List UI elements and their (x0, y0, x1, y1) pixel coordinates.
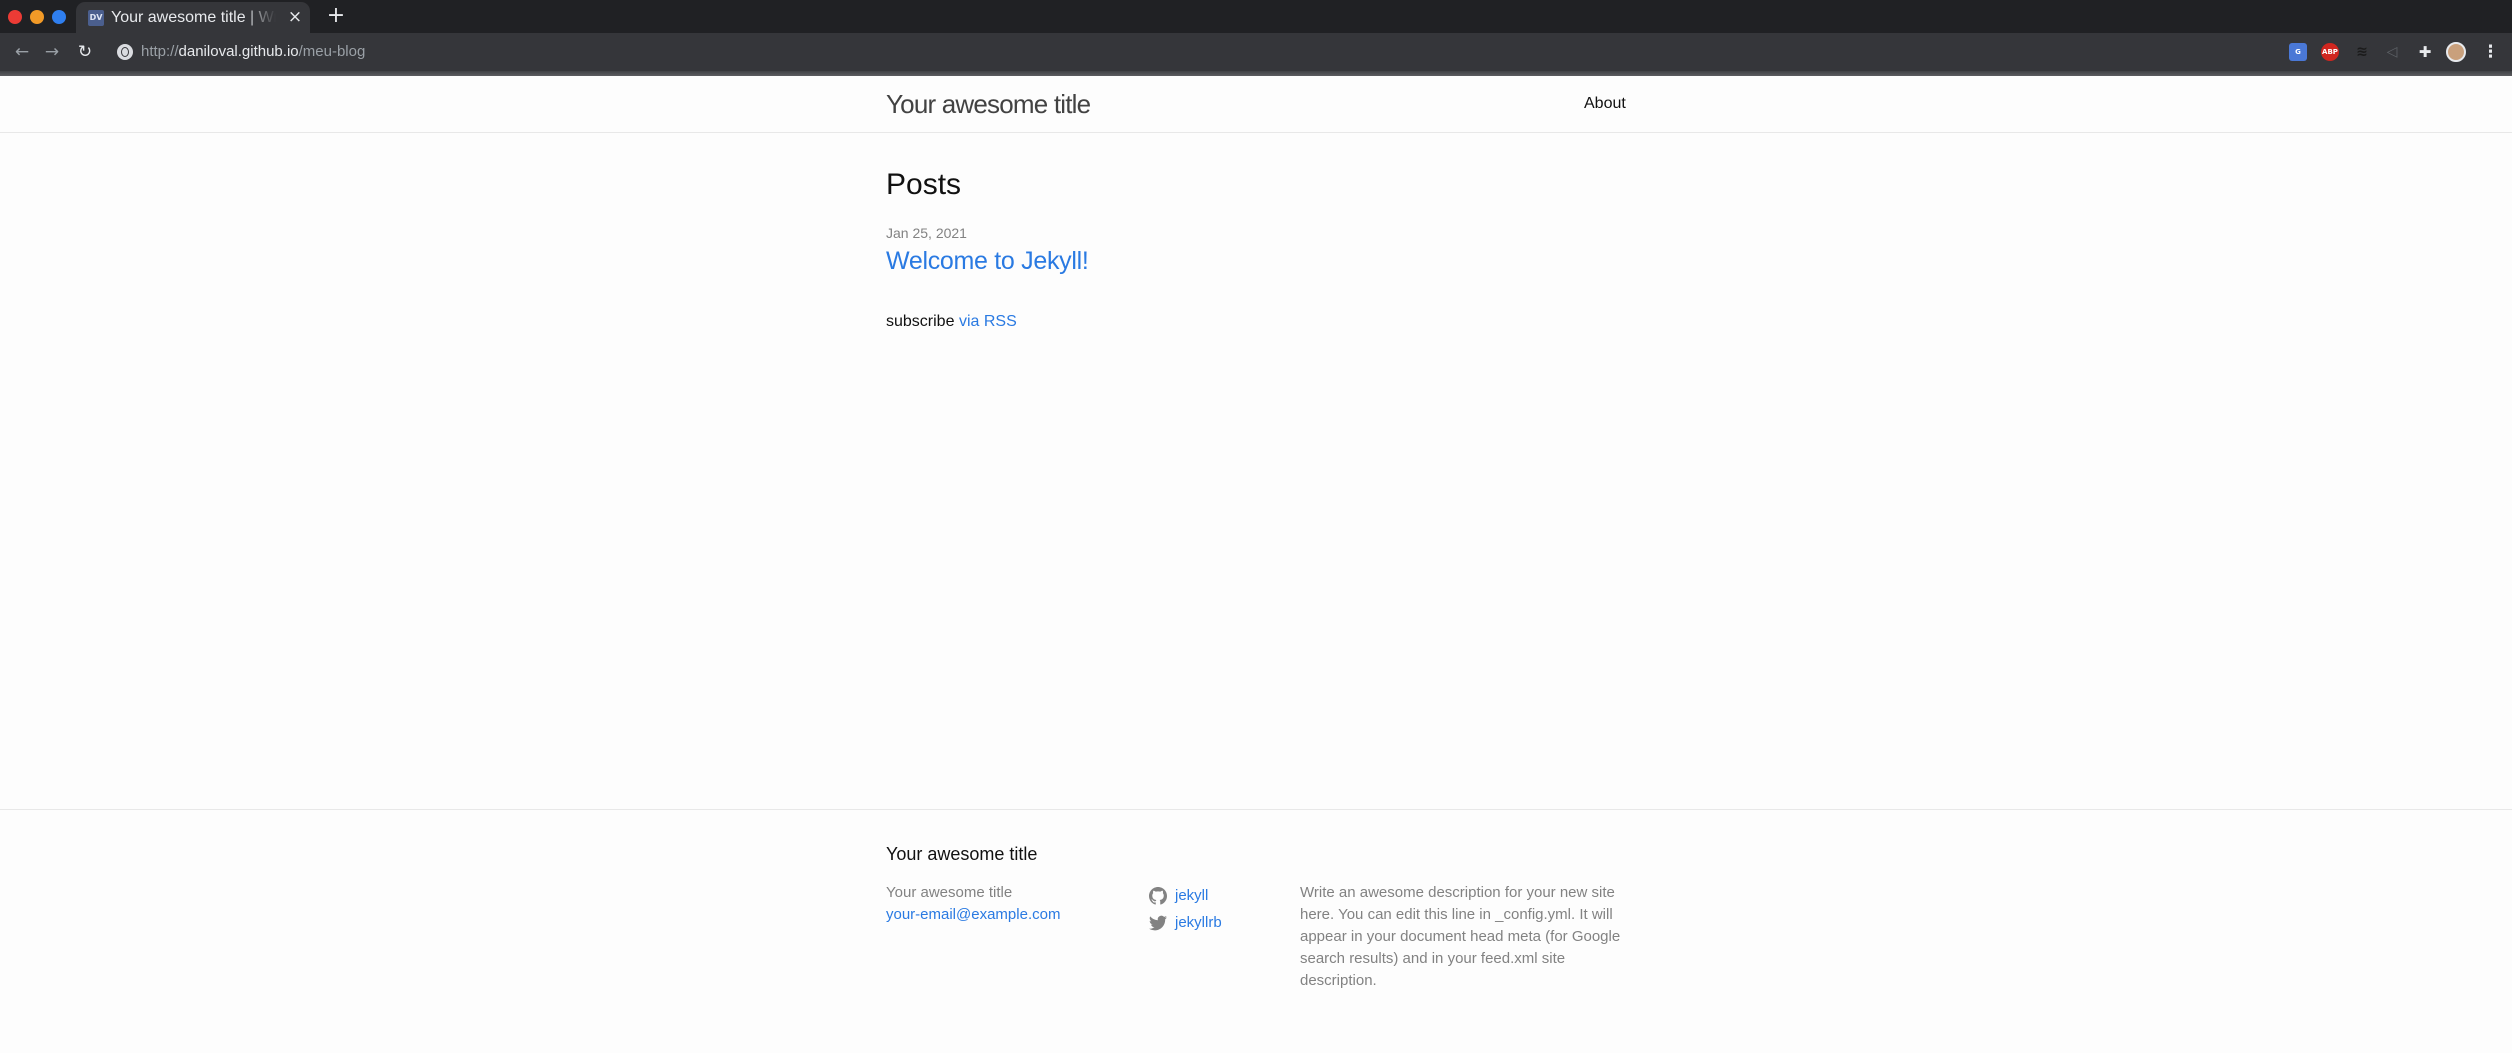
browser-tab-strip: DV Your awesome title | Write an awesome… (0, 0, 2512, 33)
new-tab-button[interactable]: + (326, 5, 346, 27)
page-heading: Posts (886, 168, 962, 201)
maximize-window-button[interactable] (52, 10, 66, 24)
kebab-menu-icon[interactable]: ⋮ (2482, 42, 2499, 62)
footer-contact-column: Your awesome title your-email@example.co… (886, 882, 1060, 926)
site-title-link[interactable]: Your awesome title (886, 89, 1091, 119)
forward-arrow-icon[interactable]: → (42, 42, 62, 62)
post-title-link[interactable]: Welcome to Jekyll! (886, 246, 1089, 276)
site-info-icon[interactable] (117, 44, 133, 60)
github-row: jekyll (1149, 882, 1222, 909)
url-host: daniloval.github.io (178, 43, 299, 60)
tab-title: Your awesome title | Write an awesome de… (111, 9, 276, 26)
address-bar[interactable]: http://daniloval.github.io/meu-blog (141, 43, 365, 61)
close-window-button[interactable] (8, 10, 22, 24)
site-description: Write an awesome description for your ne… (1300, 884, 1621, 989)
footer-heading: Your awesome title (886, 844, 1038, 864)
minimize-window-button[interactable] (30, 10, 44, 24)
subscribe-label: subscribe (886, 313, 955, 330)
tab-close-icon[interactable]: × (286, 8, 304, 26)
footer-email-link[interactable]: your-email@example.com (886, 904, 1060, 926)
profile-avatar[interactable] (2446, 42, 2466, 62)
reload-icon[interactable]: ↻ (75, 42, 95, 62)
wave-extension-icon[interactable]: ≋ (2353, 43, 2371, 61)
site-favicon-icon: DV (88, 10, 104, 26)
url-path: /meu-blog (298, 43, 366, 60)
browser-tab-active[interactable]: DV Your awesome title | Write an awesome… (76, 2, 310, 33)
adblock-plus-icon[interactable]: ABP (2321, 43, 2339, 61)
footer-site-name: Your awesome title (886, 884, 1013, 901)
nav-about-link[interactable]: About (1584, 94, 1626, 114)
github-icon (1149, 886, 1167, 905)
rss-link[interactable]: via RSS (959, 313, 1017, 330)
mute-tab-icon[interactable]: ◁ (2383, 43, 2401, 61)
browser-toolbar: ← → ↻ http://daniloval.github.io/meu-blo… (0, 33, 2512, 71)
back-arrow-icon[interactable]: ← (12, 42, 32, 62)
site-footer: Your awesome title Your awesome title yo… (0, 809, 2512, 1053)
url-scheme: http:// (141, 43, 179, 60)
twitter-row: jekyllrb (1149, 909, 1222, 936)
twitter-icon (1149, 915, 1167, 930)
twitter-username-link[interactable]: jekyllrb (1175, 909, 1222, 936)
translate-extension-icon[interactable]: G (2289, 43, 2307, 61)
footer-social-column: jekyll jekyllrb (1149, 882, 1222, 936)
github-username-link[interactable]: jekyll (1175, 882, 1208, 909)
site-header: Your awesome title About (0, 76, 2512, 133)
rss-subscribe: subscribe via RSS (886, 312, 1017, 332)
post-date: Jan 25, 2021 (886, 225, 967, 241)
extensions-puzzle-icon[interactable]: ✚ (2416, 43, 2434, 61)
